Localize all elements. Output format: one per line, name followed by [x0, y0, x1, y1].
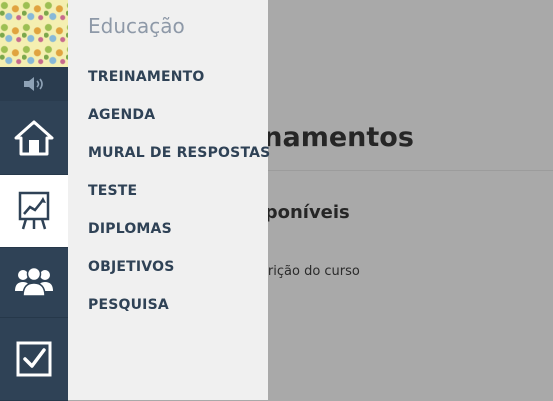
brand-pattern-logo	[0, 0, 68, 67]
home-icon	[14, 120, 54, 156]
menu-item-treinamento[interactable]: TREINAMENTO	[88, 68, 270, 106]
people-icon	[15, 266, 53, 297]
education-menu-panel: Educação TREINAMENTO AGENDA MURAL DE RES…	[68, 0, 270, 400]
menu-item-pesquisa[interactable]: PESQUISA	[88, 296, 270, 334]
rail-item-tasks[interactable]	[0, 317, 68, 401]
rail-item-home[interactable]	[0, 102, 68, 175]
menu-item-mural-de-respostas[interactable]: MURAL DE RESPOSTAS	[88, 144, 270, 182]
rail-item-people[interactable]	[0, 245, 68, 318]
menu-item-agenda[interactable]: AGENDA	[88, 106, 270, 144]
page-title: inamentos	[254, 122, 414, 153]
checkbox-icon	[16, 341, 52, 376]
menu-item-objetivos[interactable]: OBJETIVOS	[88, 258, 270, 296]
sound-toggle-button[interactable]	[0, 67, 68, 101]
icon-rail	[0, 0, 68, 401]
menu-item-teste[interactable]: TESTE	[88, 182, 270, 220]
chart-board-icon	[18, 191, 50, 230]
divider	[254, 170, 553, 171]
menu-list: TREINAMENTO AGENDA MURAL DE RESPOSTAS TE…	[88, 68, 270, 334]
rail-item-education[interactable]	[0, 175, 68, 248]
menu-item-diplomas[interactable]: DIPLOMAS	[88, 220, 270, 258]
speaker-icon	[24, 77, 43, 91]
menu-title: Educação	[88, 14, 185, 38]
